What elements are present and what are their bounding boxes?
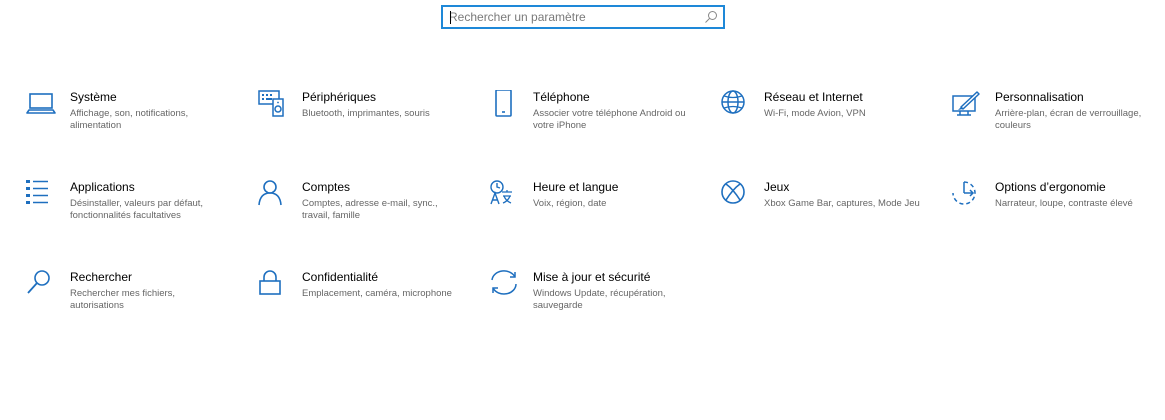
tile-options-ergonomie[interactable]: Options d’ergonomie Narrateur, loupe, co… — [951, 180, 1161, 240]
globe-icon — [720, 90, 752, 122]
tile-title: Système — [70, 90, 117, 104]
devices-icon — [258, 90, 290, 122]
tile-description: Voix, région, date — [533, 198, 607, 209]
tile-description: Associer votre téléphone Android ou votr… — [533, 108, 686, 131]
search-box[interactable] — [441, 5, 725, 29]
tile-description: Arrière-plan, écran de verrouillage, cou… — [995, 108, 1142, 131]
tile-systeme[interactable]: Système Affichage, son, notifications, a… — [26, 90, 236, 150]
tile-title: Téléphone — [533, 90, 590, 104]
search-input[interactable] — [449, 7, 699, 27]
apps-list-icon — [26, 180, 58, 212]
tile-peripheriques[interactable]: Périphériques Bluetooth, imprimantes, so… — [258, 90, 468, 150]
lock-icon — [258, 270, 290, 302]
tile-description: Rechercher mes fichiers, autorisations — [70, 288, 176, 311]
tile-title: Réseau et Internet — [764, 90, 863, 104]
tile-title: Confidentialité — [302, 270, 379, 284]
search-icon[interactable] — [704, 10, 718, 24]
tile-title: Jeux — [764, 180, 790, 194]
tile-confidentialite[interactable]: Confidentialité Emplacement, caméra, mic… — [258, 270, 468, 330]
personalization-icon — [951, 90, 983, 122]
tile-personnalisation[interactable]: Personnalisation Arrière-plan, écran de … — [951, 90, 1161, 150]
search-icon — [26, 270, 58, 302]
tile-description: Xbox Game Bar, captures, Mode Jeu — [764, 198, 920, 209]
person-icon — [258, 180, 290, 212]
tile-telephone[interactable]: Téléphone Associer votre téléphone Andro… — [489, 90, 699, 150]
tile-comptes[interactable]: Comptes Comptes, adresse e-mail, sync., … — [258, 180, 468, 240]
tile-mise-a-jour-securite[interactable]: Mise à jour et sécurité Windows Update, … — [489, 270, 699, 330]
tile-description: Windows Update, récupération, sauvegarde — [533, 288, 666, 311]
text-caret — [450, 11, 451, 24]
tile-title: Périphériques — [302, 90, 377, 104]
tile-title: Applications — [70, 180, 135, 194]
tile-description: Narrateur, loupe, contraste élevé — [995, 198, 1133, 209]
tile-title: Heure et langue — [533, 180, 619, 194]
tile-heure-langue[interactable]: Heure et langue Voix, région, date — [489, 180, 699, 240]
laptop-icon — [26, 90, 58, 122]
tile-applications[interactable]: Applications Désinstaller, valeurs par d… — [26, 180, 236, 240]
phone-icon — [489, 90, 521, 122]
tile-rechercher[interactable]: Rechercher Rechercher mes fichiers, auto… — [26, 270, 236, 330]
language-icon — [489, 180, 521, 212]
tile-description: Wi-Fi, mode Avion, VPN — [764, 108, 866, 119]
tile-jeux[interactable]: Jeux Xbox Game Bar, captures, Mode Jeu — [720, 180, 930, 240]
tile-description: Emplacement, caméra, microphone — [302, 288, 452, 299]
xbox-icon — [720, 180, 752, 212]
sync-icon — [489, 270, 521, 302]
tile-title: Mise à jour et sécurité — [533, 270, 651, 284]
tile-title: Comptes — [302, 180, 351, 194]
settings-home: Système Affichage, son, notifications, a… — [0, 0, 1165, 420]
tile-description: Comptes, adresse e-mail, sync., travail,… — [302, 198, 438, 221]
tile-title: Personnalisation — [995, 90, 1084, 104]
tile-title: Options d’ergonomie — [995, 180, 1106, 194]
tile-description: Affichage, son, notifications, alimentat… — [70, 108, 189, 131]
accessibility-icon — [951, 180, 983, 212]
tile-description: Bluetooth, imprimantes, souris — [302, 108, 430, 119]
tile-title: Rechercher — [70, 270, 133, 284]
tile-description: Désinstaller, valeurs par défaut, foncti… — [70, 198, 204, 221]
tile-reseau-internet[interactable]: Réseau et Internet Wi-Fi, mode Avion, VP… — [720, 90, 930, 150]
